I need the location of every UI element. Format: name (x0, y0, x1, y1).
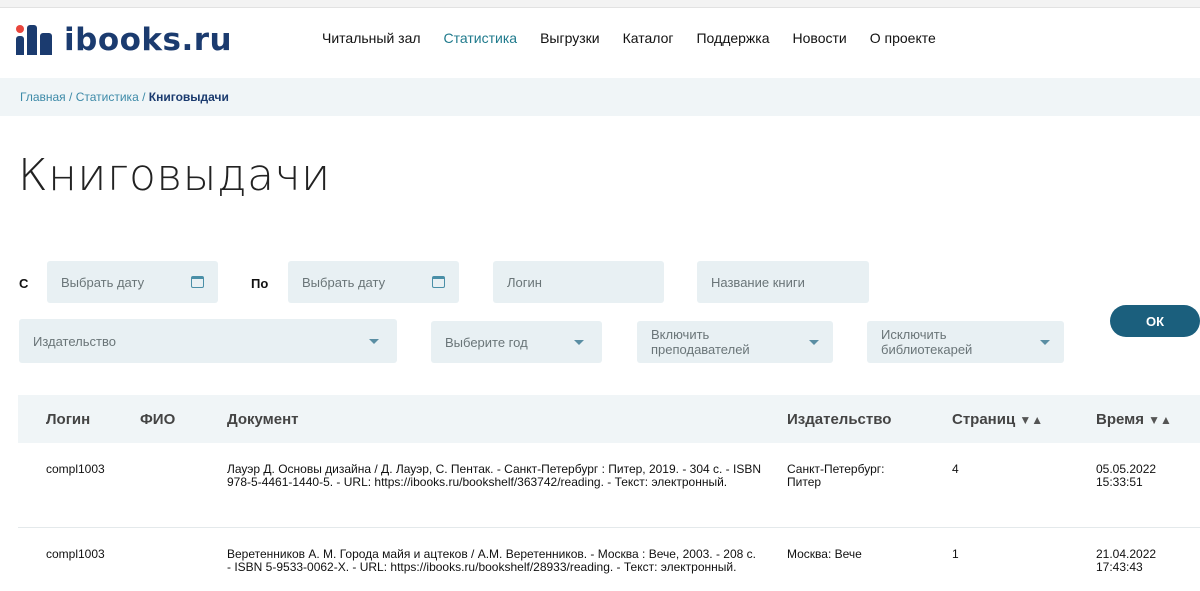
main-nav: Читальный зал Статистика Выгрузки Катало… (322, 30, 936, 46)
date-from-placeholder: Выбрать дату (61, 274, 145, 290)
breadcrumb-statistics[interactable]: Статистика (76, 90, 139, 104)
chevron-down-icon (1040, 339, 1050, 345)
table-row[interactable]: compl1003 Веретенников А. М. Города майя… (18, 528, 1200, 591)
chevron-down-icon (809, 339, 819, 345)
date-from-label: С (19, 276, 29, 291)
cell-date-value: 05.05.2022 (1096, 462, 1157, 476)
table-row[interactable]: compl1003 Лауэр Д. Основы дизайна / Д. Л… (18, 443, 1200, 528)
date-to-placeholder: Выбрать дату (302, 274, 386, 290)
breadcrumb-current: Книговыдачи (148, 90, 229, 104)
sort-icon[interactable]: ▼▲ (1019, 413, 1043, 427)
exclude-librarians-label: Исключить библиотекарей (881, 327, 973, 357)
nav-item-exports[interactable]: Выгрузки (540, 30, 600, 46)
chevron-down-icon (574, 339, 584, 345)
cell-pages: 1 (952, 547, 959, 561)
cell-time-value: 17:43:43 (1096, 560, 1143, 574)
column-time: Время ▼▲ (1096, 411, 1172, 428)
page-title: Книговыдачи (18, 150, 331, 201)
cell-time: 05.05.2022 15:33:51 (1096, 463, 1156, 489)
breadcrumb: Главная / Статистика / Книговыдачи (0, 78, 1200, 116)
date-to-field[interactable]: Выбрать дату (288, 261, 459, 303)
column-time-label: Время (1096, 411, 1144, 428)
cell-document: Веретенников А. М. Города майя и ацтеков… (227, 547, 756, 574)
ok-button[interactable]: ОК (1110, 305, 1200, 337)
column-publisher: Издательство (787, 411, 892, 428)
book-title-input[interactable]: Название книги (697, 261, 869, 303)
sort-icon[interactable]: ▼▲ (1148, 413, 1172, 427)
cell-time: 21.04.2022 17:43:43 (1096, 548, 1156, 574)
calendar-icon[interactable] (191, 276, 204, 288)
site-header: ibooks.ru Читальный зал Статистика Выгру… (0, 8, 1200, 70)
nav-item-catalog[interactable]: Каталог (623, 30, 674, 46)
calendar-icon[interactable] (432, 276, 445, 288)
cell-time-value: 15:33:51 (1096, 475, 1143, 489)
cell-pages: 4 (952, 462, 959, 476)
logo[interactable]: ibooks.ru (16, 22, 232, 58)
nav-item-about[interactable]: О проекте (870, 30, 936, 46)
chevron-down-icon (369, 338, 379, 344)
book-title-placeholder: Название книги (711, 274, 805, 290)
cell-login: compl1003 (46, 547, 105, 561)
date-from-field[interactable]: Выбрать дату (47, 261, 218, 303)
cell-publisher: Санкт-Петербург: Питер (787, 462, 885, 489)
logo-icon (16, 25, 56, 55)
logo-text: ibooks.ru (64, 22, 233, 58)
breadcrumb-separator: / (142, 90, 146, 104)
login-placeholder: Логин (507, 274, 542, 290)
exclude-librarians-select[interactable]: Исключить библиотекарей (867, 321, 1064, 363)
column-fio: ФИО (140, 411, 176, 428)
column-login: Логин (46, 411, 91, 428)
year-select[interactable]: Выберите год (431, 321, 602, 363)
column-pages-label: Страниц (952, 411, 1016, 428)
publisher-placeholder: Издательство (33, 333, 116, 349)
year-placeholder: Выберите год (445, 334, 528, 350)
table-header: Логин ФИО Документ Издательство Страниц … (18, 395, 1200, 443)
publisher-select[interactable]: Издательство (19, 319, 397, 363)
nav-item-support[interactable]: Поддержка (696, 30, 769, 46)
column-document: Документ (227, 411, 299, 428)
nav-item-reading-room[interactable]: Читальный зал (322, 30, 421, 46)
login-input[interactable]: Логин (493, 261, 664, 303)
nav-item-news[interactable]: Новости (793, 30, 847, 46)
window-frame (0, 0, 1200, 8)
breadcrumb-home[interactable]: Главная (20, 90, 66, 104)
cell-login: compl1003 (46, 462, 105, 476)
include-teachers-select[interactable]: Включить преподавателей (637, 321, 833, 363)
date-to-label: По (251, 276, 269, 291)
include-teachers-label: Включить преподавателей (651, 327, 750, 357)
column-pages: Страниц ▼▲ (952, 411, 1043, 428)
cell-publisher: Москва: Вече (787, 547, 862, 561)
nav-item-statistics[interactable]: Статистика (444, 30, 518, 46)
breadcrumb-separator: / (69, 90, 73, 104)
cell-document: Лауэр Д. Основы дизайна / Д. Лауэр, С. П… (227, 462, 762, 489)
cell-date-value: 21.04.2022 (1096, 547, 1157, 561)
